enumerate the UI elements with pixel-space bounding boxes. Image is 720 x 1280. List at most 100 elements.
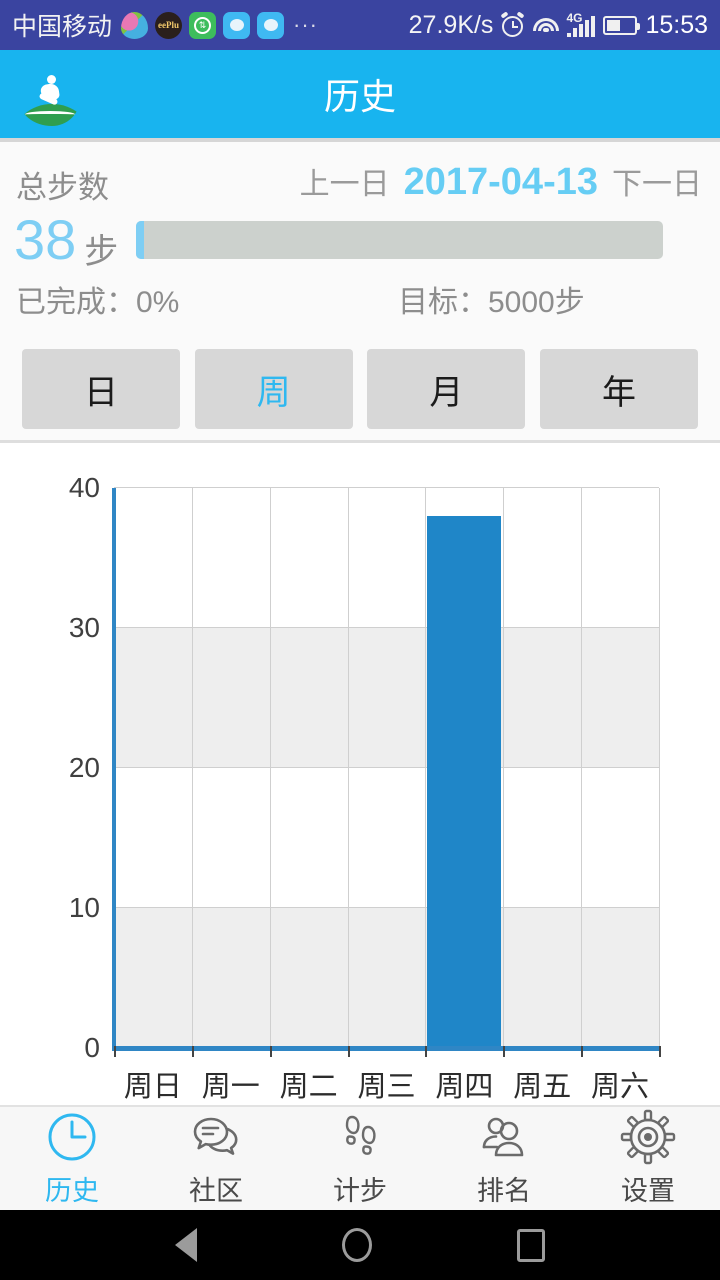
history-bar-chart: 0 10 20 30 40 周日 周一 周二 周三 周四 周五 周六 (0, 443, 720, 1105)
steps-unit-label: 步 (84, 233, 119, 271)
chat-bubbles-icon (188, 1109, 244, 1165)
summary-panel: 总步数 上一日 2017-04-13 下一日 38 步 已完成：0% 目标：50… (0, 142, 720, 342)
chart-band (114, 768, 659, 908)
date-navigator: 上一日 2017-04-13 下一日 (300, 159, 702, 204)
recents-icon[interactable] (517, 1228, 545, 1262)
period-tab-bar: 日周月年 (0, 349, 720, 437)
x-axis-tickmark (347, 1046, 350, 1057)
x-axis-tickmark (503, 1046, 506, 1057)
x-axis-line (112, 1046, 661, 1051)
bottom-nav-item-2[interactable]: 社区 (144, 1107, 288, 1210)
period-tab-label: 月 (429, 373, 464, 412)
x-axis-tickmark (269, 1046, 272, 1057)
steps-value: 38 (14, 208, 77, 271)
bottom-nav-item-3[interactable]: 计步 (288, 1107, 432, 1210)
period-tab-label: 年 (601, 373, 636, 412)
chart-gridline-vertical (191, 488, 193, 1048)
bottom-nav-item-4[interactable]: 排名 (432, 1107, 576, 1210)
chart-gridline-horizontal (114, 767, 659, 768)
chat-icon (257, 11, 285, 39)
bottom-nav-label: 社区 (189, 1176, 243, 1206)
page-title: 历史 (323, 76, 396, 117)
y-axis-tick-label: 0 (84, 1032, 100, 1063)
more-dots-icon: ··· (293, 12, 318, 37)
home-icon[interactable] (342, 1228, 372, 1262)
chart-bar[interactable] (427, 516, 502, 1048)
y-axis-tick-labels: 0 10 20 30 40 (14, 472, 100, 1063)
y-axis-tick-label: 20 (68, 752, 100, 783)
chat-icon (223, 11, 251, 39)
chart-band (114, 488, 659, 628)
footprints-icon (332, 1109, 388, 1165)
chart-gridline-vertical (425, 488, 427, 1048)
goal-progress-bar (136, 221, 664, 259)
clock-label: 15:53 (645, 10, 708, 39)
x-axis-tickmark (659, 1046, 661, 1057)
people-icon (476, 1109, 532, 1165)
bottom-nav-item-1[interactable]: 历史 (0, 1107, 144, 1210)
bottom-nav-label: 历史 (45, 1176, 99, 1206)
back-icon[interactable] (175, 1228, 197, 1262)
cellular-signal-icon: 4G (566, 11, 596, 37)
chart-band (114, 908, 659, 1048)
period-tab-2[interactable]: 周 (194, 349, 353, 429)
goal-progress-fill (136, 221, 145, 259)
app-bar: 历史 (0, 50, 720, 138)
chart-gridline-vertical (503, 488, 505, 1048)
x-axis-tick-label: 周六 (591, 1071, 650, 1103)
bottom-nav-label: 计步 (333, 1176, 387, 1206)
chart-gridline-horizontal (114, 487, 659, 488)
bottom-navigation: 历史 社区 计步 排名 设置 (0, 1105, 720, 1210)
carrier-label: 中国移动 (12, 13, 113, 41)
wifi-icon (533, 14, 560, 36)
total-steps-label: 总步数 (16, 170, 109, 205)
y-axis-tick-label: 10 (68, 892, 100, 923)
completed-percent-label: 已完成：0% (16, 286, 180, 319)
bottom-nav-label: 排名 (477, 1176, 531, 1206)
period-tab-4[interactable]: 年 (539, 349, 698, 429)
x-axis-tick-labels: 周日 周一 周二 周三 周四 周五 周六 (114, 1063, 659, 1109)
steps-row: 38 步 (0, 204, 720, 276)
bottom-nav-label: 设置 (621, 1176, 675, 1206)
chart-band (114, 628, 659, 768)
android-navigation-bar (0, 1210, 720, 1280)
prev-day-button[interactable]: 上一日 (300, 159, 390, 203)
next-day-button[interactable]: 下一日 (612, 159, 702, 203)
x-axis-tickmark (114, 1046, 116, 1057)
gear-icon (620, 1109, 676, 1165)
x-axis-tickmark (191, 1046, 194, 1057)
app-logo (19, 63, 80, 126)
summary-top-row: 总步数 上一日 2017-04-13 下一日 (0, 159, 720, 206)
chart-gridline-vertical (659, 488, 660, 1048)
y-axis-tick-label: 30 (68, 612, 100, 643)
chart-gridline-vertical (269, 488, 271, 1048)
summary-bottom-row: 已完成：0% 目标：5000步 (0, 277, 720, 321)
goal-value-label: 目标：5000步 (398, 286, 585, 319)
network-type-label: 4G (566, 11, 583, 25)
chart-gridline-horizontal (114, 627, 659, 628)
chart-gridline-horizontal (114, 907, 659, 908)
y-axis-tick-label: 40 (68, 472, 100, 503)
y-axis-line (112, 488, 116, 1050)
current-date-label[interactable]: 2017-04-13 (404, 161, 598, 204)
period-tab-1[interactable]: 日 (22, 349, 180, 429)
bottom-nav-item-5[interactable]: 设置 (576, 1107, 720, 1210)
clock-icon (44, 1109, 100, 1165)
network-speed-label: 27.9K/s (408, 10, 494, 39)
status-bar: 中国移动 eePlu ⇅ ··· 27.9K/s 4G 15:53 (0, 0, 720, 50)
notification-icons: eePlu ⇅ ··· (121, 11, 318, 39)
app-leaf-icon (121, 11, 149, 39)
x-axis-tickmark (425, 1046, 428, 1057)
x-axis-tickmark (581, 1046, 584, 1057)
phone-screen: 中国移动 eePlu ⇅ ··· 27.9K/s 4G 15:53 历史 总步数… (0, 0, 720, 1280)
alarm-icon (500, 11, 525, 37)
status-bar-right: 27.9K/s 4G 15:53 (409, 11, 708, 40)
period-tab-label: 日 (84, 373, 118, 412)
period-tab-label: 周 (256, 373, 291, 412)
eeplu-icon: eePlu (155, 11, 183, 39)
green-sync-icon: ⇅ (189, 11, 217, 39)
chart-gridline-vertical (581, 488, 583, 1048)
battery-icon (603, 15, 641, 35)
period-tab-3[interactable]: 月 (367, 349, 526, 429)
chart-plot-area (114, 487, 660, 1048)
